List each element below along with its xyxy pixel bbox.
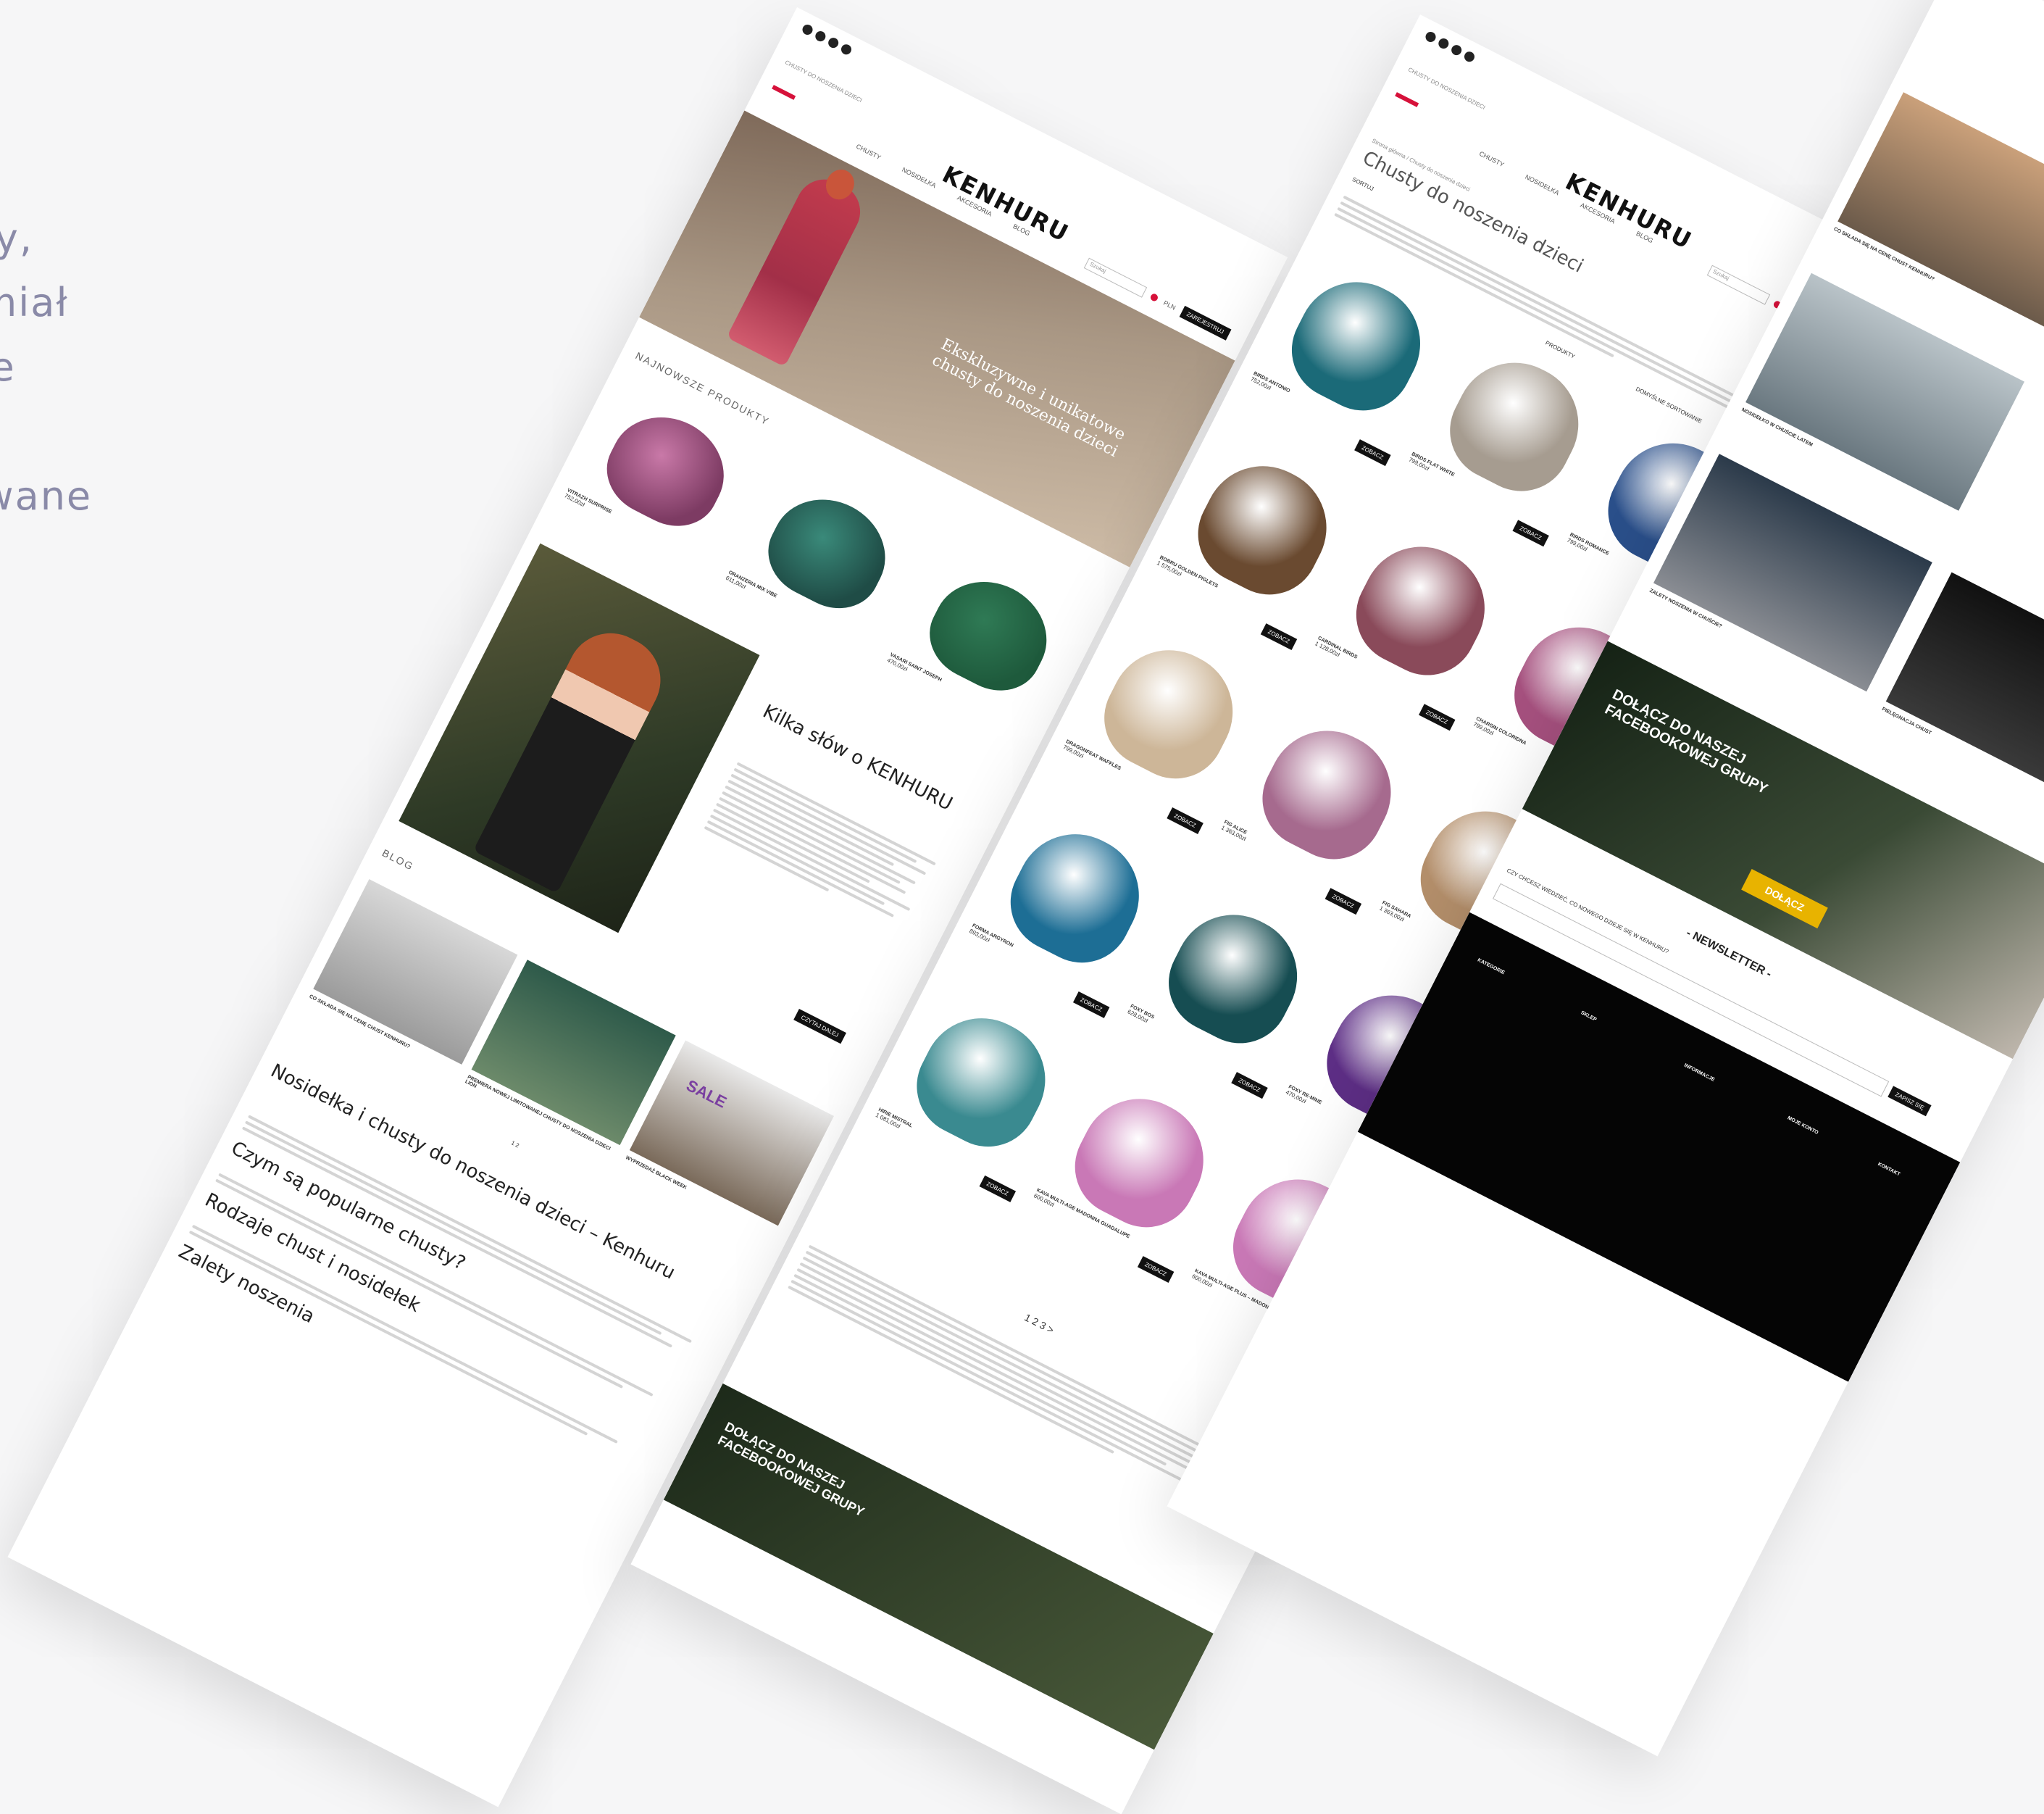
- pinterest-icon[interactable]: [839, 42, 854, 57]
- product-card[interactable]: FOXY BOS 628,00zł ZOBACZ: [1127, 886, 1334, 1099]
- about-photo: [399, 543, 760, 933]
- intro-line: ersje: [0, 344, 16, 390]
- social-links: [1424, 30, 1477, 64]
- product-card[interactable]: FIG ALICE 1 363,00zł ZOBACZ: [1220, 702, 1427, 915]
- pinterest-icon[interactable]: [1462, 49, 1477, 64]
- cart-icon[interactable]: [1149, 292, 1159, 302]
- blog-heading: BLOG: [380, 846, 416, 873]
- hero-text: Ekskluzywne i unikatowe chusty do noszen…: [929, 335, 1129, 461]
- footer-column-title: MOJE KONTO: [1786, 1115, 1819, 1136]
- product-card[interactable]: VITRAZH SURPRISE 752,00zł: [563, 388, 761, 570]
- filter-products[interactable]: PRODUKTY: [1544, 340, 1576, 360]
- product-card[interactable]: BOBRU GOLDEN PIGLETS 1 575,00zł ZOBACZ: [1156, 438, 1363, 651]
- facebook-icon[interactable]: [801, 22, 814, 37]
- product-card[interactable]: KAVA MULTI-AGE MADONNA GUADALUPE 600,00zł…: [1033, 1070, 1240, 1283]
- blog-card[interactable]: ZALETY NOSZENIA W CHUŚCIE?: [1648, 454, 1932, 701]
- instagram-icon[interactable]: [813, 29, 827, 43]
- youtube-icon[interactable]: [1449, 43, 1464, 57]
- currency-select[interactable]: PLN: [1162, 299, 1177, 311]
- search-input[interactable]: Szukaj: [1707, 265, 1771, 305]
- facebook-group-text: DOŁĄCZ DO NASZEJ FACEBOOKOWEJ GRUPY: [1602, 686, 1771, 798]
- footer-contact[interactable]: KONTAKT: [1877, 1162, 1901, 1178]
- product-card[interactable]: FORMA ARGYRON 893,00zł ZOBACZ: [968, 806, 1175, 1018]
- intro-line: ust: [0, 141, 261, 206]
- pagination[interactable]: 1 2 3 >: [1022, 1311, 1056, 1336]
- footer-column-title: SKLEP: [1580, 1010, 1598, 1023]
- nav-item[interactable]: NOSIDEŁKA: [1524, 173, 1560, 196]
- nav-item[interactable]: CHUSTY: [1478, 150, 1506, 169]
- promo-text: CHUSTY DO NOSZENIA DZIECI: [783, 59, 864, 104]
- social-links: [801, 22, 854, 57]
- seo-text-3: [187, 1221, 646, 1466]
- blog-image: [1885, 572, 2044, 810]
- facebook-group-text: DOŁĄCZ DO NASZEJ FACEBOOKOWEJ GRUPY: [715, 1419, 867, 1520]
- product-card[interactable]: DRAGONFEAT WAFFLES 799,00zł ZOBACZ: [1062, 622, 1269, 834]
- product-card[interactable]: HIRIE MISTRAL 1 081,00zł ZOBACZ: [875, 990, 1082, 1202]
- intro-line: ej: [0, 399, 261, 464]
- accent-bar: [1395, 92, 1419, 107]
- blog-image: [1745, 272, 2024, 511]
- sale-badge: SALE: [683, 1075, 730, 1112]
- facebook-icon[interactable]: [1424, 30, 1438, 44]
- blog-image: SALE: [629, 1040, 834, 1226]
- product-card[interactable]: BIRDS ANTONIO 752,00zł ZOBACZ: [1249, 254, 1456, 467]
- youtube-icon[interactable]: [826, 36, 840, 50]
- intro-line: ep miał: [0, 280, 69, 325]
- hero-figure: [726, 169, 870, 367]
- product-card[interactable]: ORANZERIA MIX VIBE 611,00zł: [725, 470, 922, 652]
- sort-label[interactable]: SORTUJ: [1351, 176, 1375, 192]
- accent-bar: [772, 85, 796, 100]
- footer-column-title: KATEGORIE: [1476, 957, 1506, 976]
- site-logo[interactable]: KENHURU: [1561, 167, 1697, 254]
- nav-item[interactable]: NOSIDEŁKA: [901, 166, 937, 189]
- join-button[interactable]: DOŁĄCZ: [1741, 869, 1829, 929]
- blog-image: [1837, 92, 2044, 330]
- blog-image: [313, 879, 518, 1065]
- promo-text: CHUSTY DO NOSZENIA DZIECI: [1406, 66, 1487, 112]
- newsletter-heading: - NEWSLETTER -: [1684, 926, 1774, 981]
- intro-line: ormy,: [0, 215, 34, 261]
- instagram-icon[interactable]: [1436, 36, 1451, 51]
- blog-card[interactable]: NOSIDEŁKO W CHUŚCIE LATEM: [1740, 272, 2024, 520]
- product-card[interactable]: BIRDS FLAT WHITE 799,00zł ZOBACZ: [1408, 334, 1615, 547]
- nav-item[interactable]: CHUSTY: [855, 143, 883, 162]
- footer-column-title: INFORMACJE: [1682, 1062, 1716, 1083]
- blog-image: [1653, 454, 1932, 692]
- register-button[interactable]: ZAREJESTRUJ: [1179, 305, 1232, 341]
- intro-line: ntowane: [0, 473, 93, 519]
- blog-pager[interactable]: 1 2: [510, 1139, 520, 1149]
- product-card[interactable]: CARDINAL BIRDS 1 128,00zł ZOBACZ: [1314, 518, 1521, 731]
- product-card[interactable]: VASARI SAINT JOSEPH 470,00zł: [886, 553, 1084, 735]
- about-photo-person: [472, 618, 676, 894]
- read-more-button[interactable]: CZYTAJ DALEJ: [793, 1008, 846, 1044]
- intro-text: ust ormy, ep miał ersje ej ntowane: [0, 141, 261, 528]
- subscribe-button[interactable]: ZAPISZ SIĘ: [1887, 1086, 1932, 1117]
- blog-image: [471, 960, 676, 1146]
